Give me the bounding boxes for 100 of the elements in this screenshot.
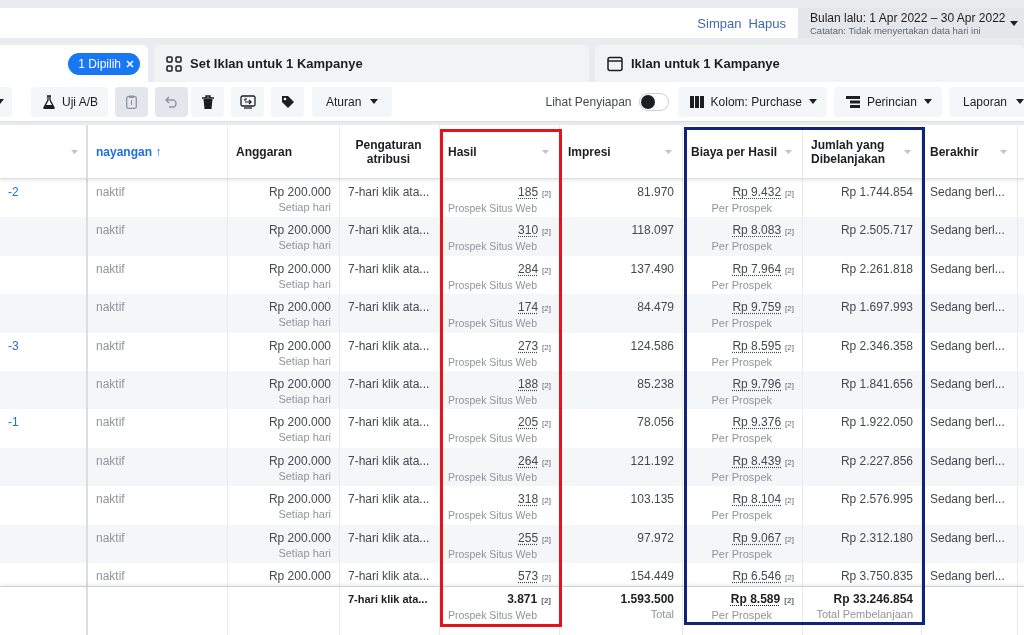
result-type: Prospek Situs Web xyxy=(447,277,538,293)
cost-per-result: Rp 7.964 xyxy=(732,261,782,277)
cost-type: Per Prospek xyxy=(711,239,773,255)
table-row[interactable]: naktif Rp 200.000 Setiap hari 7-hari klik ata... 174 [2] Prospek Situs Web 84.479 Rp 9.759 [2] Per Prospek Rp 1.697.993 Sedang berl... xyxy=(0,294,1024,333)
menu-button[interactable]: Laporan xyxy=(948,86,1024,117)
delete-button[interactable] xyxy=(191,86,224,117)
footnote-mark: [2] xyxy=(542,188,551,200)
cost-per-result: Rp 9.432 xyxy=(732,185,782,200)
delete-icon xyxy=(201,94,214,109)
amount-spent: Rp 2.227.856 xyxy=(840,453,913,469)
ab-test-button[interactable]: Uji A/B xyxy=(31,86,108,117)
budget-period: Setiap hari xyxy=(278,315,331,331)
column-header[interactable]: Pengaturan atribusi xyxy=(348,137,429,166)
tag-button[interactable] xyxy=(271,86,304,117)
impressions-count: 84.479 xyxy=(637,300,674,316)
cost-type: Per Prospek xyxy=(711,201,773,216)
result-type: Prospek Situs Web xyxy=(447,316,538,332)
end-status: Sedang berl... xyxy=(930,223,1006,239)
amount-spent: Rp 1.744.854 xyxy=(840,185,913,200)
dropdown-button[interactable] xyxy=(0,86,12,117)
attribution-setting: 7-hari klik ata... xyxy=(348,453,431,469)
table-row[interactable]: naktif Rp 200.000 Setiap hari 7-hari klik ata... 188 [2] Prospek Situs Web 85.238 Rp 9.796 [2] Per Prospek Rp 1.841.656 Sedang berl... xyxy=(0,370,1024,410)
end-status: Sedang berl... xyxy=(930,185,1006,200)
table-row[interactable]: naktif Rp 200.000 Setiap hari 7-hari klik ata... 255 [2] Prospek Situs Web 97.972 Rp 9.067 [2] Per Prospek Rp 2.312.180 Sedang berl... xyxy=(0,524,1024,563)
result-type: Prospek Situs Web xyxy=(447,469,538,485)
budget-amount: Rp 200.000 xyxy=(268,415,331,431)
caret-icon xyxy=(1010,20,1018,26)
end-status: Sedang berl... xyxy=(930,261,1006,277)
amount-spent: Rp 2.346.358 xyxy=(840,338,913,354)
tag-icon xyxy=(280,94,295,109)
impressions-count: 78.056 xyxy=(637,415,674,431)
delivery-status: naktif xyxy=(96,300,126,316)
delivery-status: naktif xyxy=(96,415,126,431)
toggle-switch[interactable] xyxy=(638,92,669,111)
cost-type: Per Prospek xyxy=(711,508,773,524)
tab[interactable]: Iklan untuk 1 Kampanye xyxy=(595,45,1024,82)
toolbar-link[interactable]: Hapus xyxy=(748,15,786,31)
impressions-count: 154.449 xyxy=(630,568,674,584)
delivery-status: naktif xyxy=(96,223,126,239)
budget-amount: Rp 200.000 xyxy=(268,261,331,277)
campaign-name-link[interactable]: -1 xyxy=(8,415,78,431)
toolbar-link[interactable]: Simpan xyxy=(697,15,742,31)
result-count: 318 xyxy=(518,492,539,508)
window-icon xyxy=(607,55,623,72)
tab[interactable]: Set Iklan untuk 1 Kampanye xyxy=(154,45,589,82)
footnote-mark: [2] xyxy=(542,379,551,392)
budget-period: Setiap hari xyxy=(278,391,331,407)
impressions-count: 137.490 xyxy=(630,261,674,277)
budget-amount: Rp 200.000 xyxy=(268,568,331,584)
columns-button[interactable]: Kolom: Purchase xyxy=(677,86,827,117)
attribution-setting: 7-hari klik ata... xyxy=(348,592,429,607)
end-status: Sedang berl... xyxy=(930,300,1006,316)
column-header[interactable]: Berakhir xyxy=(930,144,996,159)
flask-icon xyxy=(43,94,55,109)
amount-spent: Rp 1.922.050 xyxy=(840,415,913,431)
column-header[interactable]: Impresi xyxy=(568,144,661,159)
result-type: Prospek Situs Web xyxy=(447,201,538,216)
delivery-status: naktif xyxy=(96,185,126,200)
total-label: Total xyxy=(650,607,674,622)
menu-button[interactable]: Aturan xyxy=(312,86,393,117)
impressions-count: 103.135 xyxy=(630,492,674,508)
cost-type: Per Prospek xyxy=(711,431,773,447)
result-count: 174 xyxy=(518,300,539,316)
result-count: 573 xyxy=(518,568,539,584)
footnote-mark: [2] xyxy=(785,303,794,316)
result-count: 284 xyxy=(518,261,539,277)
campaign-name-link[interactable]: -2 xyxy=(8,185,78,200)
selection-chip[interactable]: 1 Dipilih xyxy=(68,52,140,75)
result-type: Prospek Situs Web xyxy=(447,392,538,408)
footnote-mark: [2] xyxy=(785,533,794,546)
amount-spent: Rp 2.505.717 xyxy=(840,223,913,239)
column-header[interactable]: Hasil xyxy=(448,144,538,159)
column-header[interactable]: Biaya per Hasil xyxy=(691,144,781,159)
result-count: 205 xyxy=(518,415,539,431)
cost-type: Per Prospek xyxy=(711,316,773,332)
column-header[interactable]: Anggaran xyxy=(236,144,329,159)
total-label: Total Pembelanjaan xyxy=(816,607,913,622)
footnote-mark: [2] xyxy=(542,571,551,584)
campaigns-tab[interactable]: 1 Dipilih xyxy=(0,45,148,82)
budget-period: Setiap hari xyxy=(278,507,331,523)
undo-icon xyxy=(164,95,179,108)
date-range-picker[interactable]: Bulan lalu: 1 Apr 2022 – 30 Apr 2022 Catatan: Tidak menyertakan data hari ini xyxy=(798,8,1024,38)
cost-type: Per Prospek xyxy=(711,354,773,370)
column-header[interactable]: nayangan ↑ xyxy=(96,144,217,159)
end-status: Sedang berl... xyxy=(930,338,1006,354)
cost-per-result: Rp 8.083 xyxy=(732,223,782,239)
table-row[interactable]: naktif Rp 200.000 Setiap hari 7-hari klik ata... 264 [2] Prospek Situs Web 121.192 Rp 8.439 [2] Per Prospek Rp 2.227.856 Sedang berl... xyxy=(0,447,1024,487)
table-row[interactable]: naktif Rp 200.000 Setiap hari 7-hari klik ata... 310 [2] Prospek Situs Web 118.097 Rp 8.083 [2] Per Prospek Rp 2.505.717 Sedang berl... xyxy=(0,217,1024,256)
column-header[interactable]: Jumlah yang Dibelanjakan xyxy=(811,137,900,166)
budget-amount: Rp 200.000 xyxy=(268,492,331,508)
caret-icon xyxy=(1016,99,1024,104)
campaign-name-link[interactable]: -3 xyxy=(8,338,78,354)
footnote-mark: [2] xyxy=(542,533,551,546)
columns-icon xyxy=(689,95,704,108)
delivery-status: naktif xyxy=(96,492,126,508)
date-range-note: Catatan: Tidak menyertakan data hari ini xyxy=(810,24,982,36)
attribution-setting: 7-hari klik ata... xyxy=(348,376,431,392)
result-type: Prospek Situs Web xyxy=(447,546,538,562)
breakdown-icon xyxy=(845,95,860,108)
breakdown-button[interactable]: Perincian xyxy=(833,86,942,117)
